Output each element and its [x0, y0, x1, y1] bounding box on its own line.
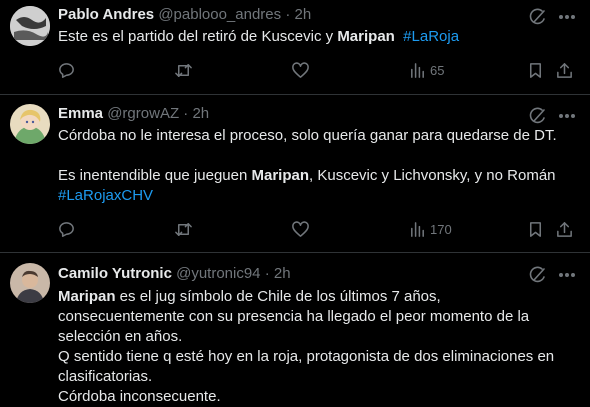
text-segment: Q sentido tiene q esté hoy en la roja, p…	[58, 348, 555, 365]
bookmark-button[interactable]	[526, 219, 545, 239]
highlighted-term: Maripan	[251, 167, 310, 184]
grok-icon[interactable]	[528, 106, 548, 126]
timestamp[interactable]: 2h	[192, 105, 209, 122]
author-name[interactable]: Emma	[58, 105, 103, 122]
divider	[0, 94, 590, 95]
timestamp[interactable]: 2h	[274, 265, 291, 282]
views-count: 65	[430, 62, 445, 78]
separator: ·	[264, 265, 270, 282]
text-segment: es el jug símbolo de Chile de los último…	[115, 288, 441, 305]
avatar[interactable]	[10, 6, 50, 46]
like-icon	[292, 61, 309, 78]
tweet-text: Este es el partido del retiró de Kuscevi…	[58, 27, 574, 47]
tweet-line	[58, 146, 574, 166]
text-segment: , Kuscevic y Lichvonsky, y no Román	[309, 167, 556, 184]
hashtag-link[interactable]: #LaRoja	[403, 28, 459, 45]
more-icon[interactable]	[557, 265, 577, 285]
like-icon	[292, 220, 309, 237]
tweet-line: #LaRojaxCHV	[58, 186, 574, 206]
tweet-line: Córdoba no le interesa el proceso, solo …	[58, 126, 574, 146]
tweet-text: Córdoba no le interesa el proceso, solo …	[58, 126, 574, 206]
tweet-text: Maripan es el jug símbolo de Chile de lo…	[58, 287, 574, 407]
tweet-line: Córdoba inconsecuente.	[58, 387, 574, 407]
author-handle[interactable]: @pablooo_andres	[158, 6, 281, 23]
share-button[interactable]	[555, 60, 574, 80]
text-segment: clasificatorias.	[58, 368, 153, 385]
tweet-line: Este es el partido del retiró de Kuscevi…	[58, 27, 574, 47]
divider	[0, 252, 590, 253]
views-button[interactable]: 170	[408, 219, 452, 239]
text-segment	[395, 28, 403, 45]
grok-icon[interactable]	[528, 7, 548, 27]
like-button[interactable]	[291, 219, 310, 239]
author-name[interactable]: Camilo Yutronic	[58, 265, 172, 282]
avatar[interactable]	[10, 104, 50, 144]
bookmark-button[interactable]	[526, 60, 545, 80]
retweet-button[interactable]	[174, 219, 193, 239]
text-segment: Córdoba no le interesa el proceso, solo …	[58, 127, 557, 144]
bookmark-icon	[529, 62, 542, 78]
tweet-line: Maripan es el jug símbolo de Chile de lo…	[58, 287, 574, 307]
grok-icon[interactable]	[528, 265, 548, 285]
more-icon[interactable]	[557, 7, 577, 27]
text-segment: consecuentemente con su presencia ha lle…	[58, 308, 530, 325]
views-count: 170	[430, 221, 452, 237]
text-segment: Este es el partido del retiró de Kuscevi…	[58, 28, 338, 45]
separator: ·	[183, 105, 189, 122]
avatar[interactable]	[10, 263, 50, 303]
tweet-line: clasificatorias.	[58, 367, 574, 387]
views-icon	[411, 62, 424, 78]
reply-button[interactable]	[57, 219, 76, 239]
views-button[interactable]: 65	[408, 60, 444, 80]
tweet-line: Q sentido tiene q esté hoy en la roja, p…	[58, 347, 574, 367]
reply-icon	[59, 62, 74, 78]
action-bar: 170	[0, 219, 590, 239]
text-segment: Es inentendible que jueguen	[58, 167, 252, 184]
separator: ·	[285, 6, 291, 23]
text-segment: Córdoba inconsecuente.	[58, 388, 221, 405]
reply-icon	[59, 221, 74, 237]
retweet-button[interactable]	[174, 60, 193, 80]
timestamp[interactable]: 2h	[294, 6, 311, 23]
hashtag-link[interactable]: #LaRojaxCHV	[58, 187, 153, 204]
reply-button[interactable]	[57, 60, 76, 80]
tweet-line: selección en años.	[58, 327, 574, 347]
retweet-icon	[175, 222, 192, 236]
views-icon	[411, 221, 424, 237]
share-button[interactable]	[555, 219, 574, 239]
author-handle[interactable]: @rgrowAZ	[107, 105, 179, 122]
more-icon[interactable]	[557, 106, 577, 126]
tweet-line: consecuentemente con su presencia ha lle…	[58, 307, 574, 327]
retweet-icon	[175, 63, 192, 77]
author-handle[interactable]: @yutronic94	[176, 265, 260, 282]
tweet-line: Es inentendible que jueguen Maripan, Kus…	[58, 166, 574, 186]
highlighted-term: Maripan	[337, 28, 395, 45]
highlighted-term: Maripan	[58, 288, 116, 305]
share-icon	[557, 221, 572, 237]
author-name[interactable]: Pablo Andres	[58, 6, 154, 23]
bookmark-icon	[529, 221, 542, 237]
action-bar: 65	[0, 60, 590, 80]
share-icon	[557, 62, 572, 78]
text-segment: selección en años.	[58, 328, 183, 345]
like-button[interactable]	[291, 60, 310, 80]
